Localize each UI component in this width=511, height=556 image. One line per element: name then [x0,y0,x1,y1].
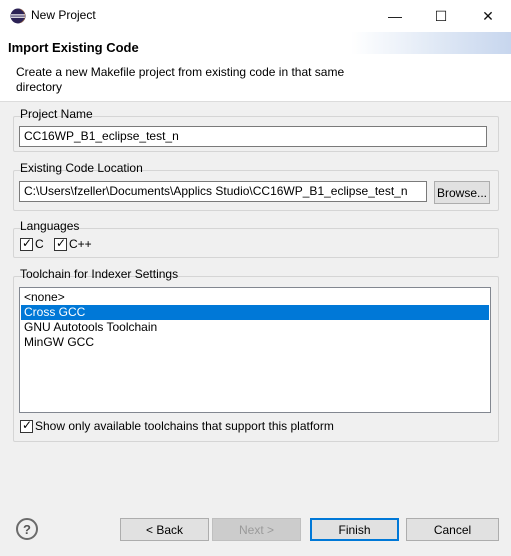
eclipse-icon [10,8,26,24]
close-icon[interactable]: ✕ [465,0,511,32]
toolchain-label: Toolchain for Indexer Settings [20,267,179,281]
language-c-checkbox[interactable]: ✓ [20,236,33,251]
list-item[interactable]: <none> [21,290,489,305]
checkmark-icon: ✓ [22,418,33,432]
toolchain-list[interactable]: <none> Cross GCC GNU Autotools Toolchain… [19,287,491,413]
page-title: Import Existing Code [8,40,139,55]
next-button[interactable]: Next > [212,518,301,541]
language-cpp-checkbox[interactable]: ✓ [54,236,67,251]
language-cpp-label: C++ [69,237,92,251]
language-c-label: C [35,237,44,251]
list-item-selected[interactable]: Cross GCC [21,305,489,320]
back-button[interactable]: < Back [120,518,209,541]
finish-button[interactable]: Finish [310,518,399,541]
list-item[interactable]: MinGW GCC [21,335,489,350]
checkmark-icon: ✓ [22,236,33,250]
checkmark-icon: ✓ [56,236,67,250]
minimize-icon[interactable]: — [372,0,418,32]
browse-button[interactable]: Browse... [434,181,490,204]
list-item[interactable]: GNU Autotools Toolchain [21,320,489,335]
banner-graphic [351,32,511,54]
project-name-label: Project Name [20,107,93,121]
window-title: New Project [31,8,96,22]
show-only-available-label: Show only available toolchains that supp… [35,419,334,433]
help-icon[interactable]: ? [16,518,38,540]
page-description: Create a new Makefile project from exist… [16,65,345,94]
maximize-icon[interactable]: ☐ [418,0,464,32]
languages-label: Languages [20,219,80,233]
code-location-input[interactable]: C:\Users\fzeller\Documents\Applics Studi… [19,181,427,202]
project-name-input[interactable]: CC16WP_B1_eclipse_test_n [19,126,487,147]
show-only-available-checkbox[interactable]: ✓ [20,418,33,433]
cancel-button[interactable]: Cancel [406,518,499,541]
code-location-label: Existing Code Location [20,161,143,175]
